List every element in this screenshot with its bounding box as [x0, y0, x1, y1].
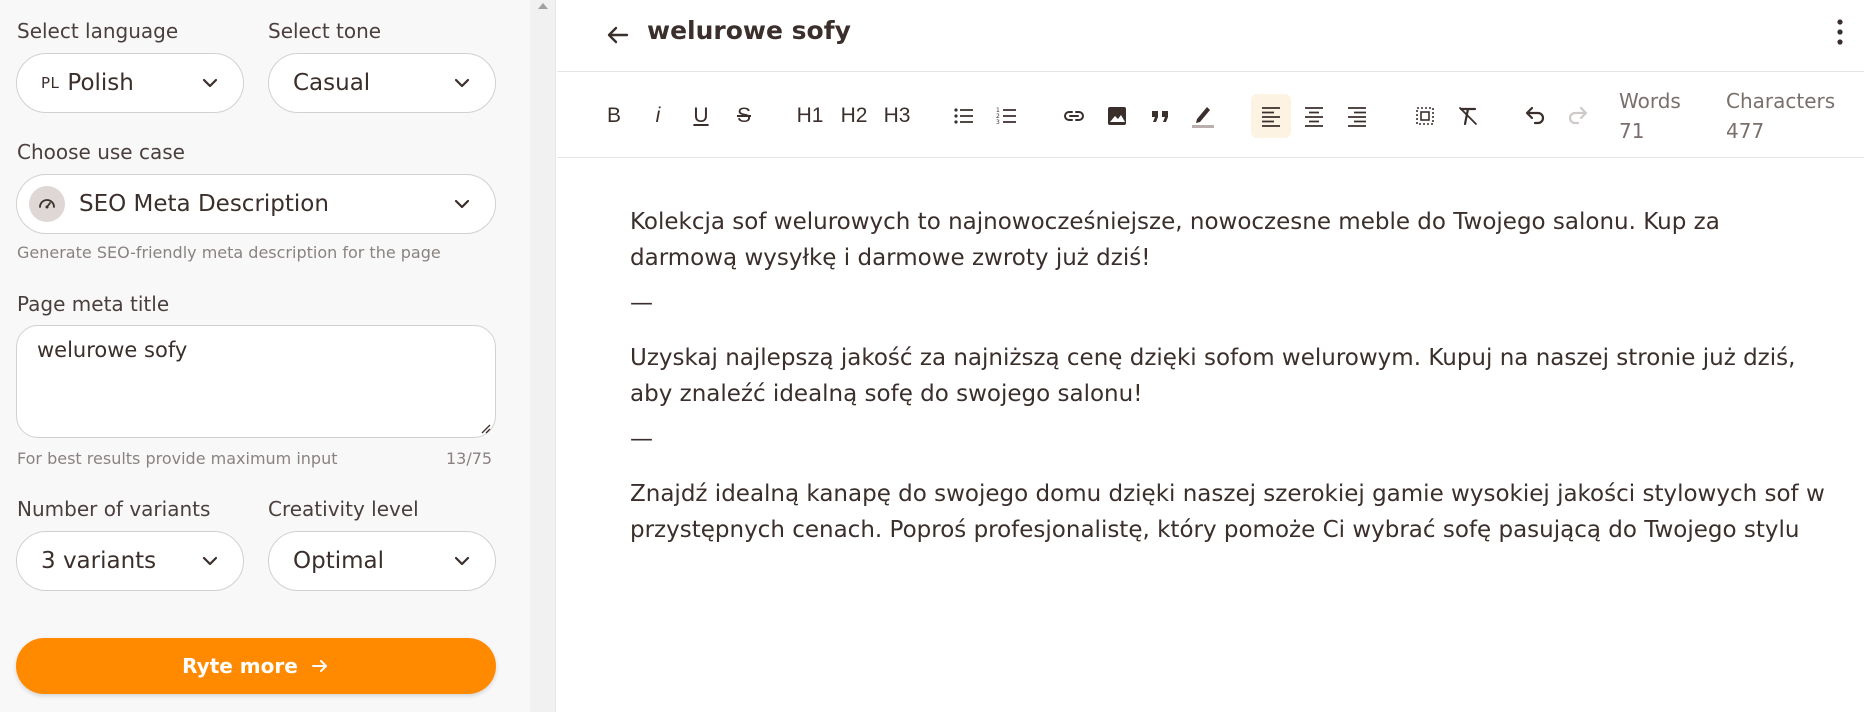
italic-button[interactable]: i	[638, 94, 678, 138]
undo-icon[interactable]	[1515, 94, 1555, 138]
align-left-icon[interactable]	[1251, 94, 1291, 138]
align-right-icon[interactable]	[1337, 94, 1377, 138]
character-count-value: 477	[1726, 119, 1765, 143]
chevron-down-icon	[453, 552, 471, 570]
language-select[interactable]: PL Polish	[16, 53, 244, 113]
gauge-icon	[29, 186, 65, 222]
language-code: PL	[41, 74, 60, 92]
meta-title-counter: 13/75	[446, 449, 493, 468]
document-header: welurowe sofy	[557, 0, 1864, 72]
italic-label: i	[655, 104, 661, 127]
underline-label: U	[693, 104, 709, 127]
chevron-down-icon	[453, 74, 471, 92]
highlight-pen-icon[interactable]	[1183, 94, 1223, 138]
heading-1-button[interactable]: H1	[790, 94, 830, 138]
align-center-icon[interactable]	[1294, 94, 1334, 138]
editor-paragraph[interactable]: Uzyskaj najlepszą jakość za najniższą ce…	[630, 340, 1830, 412]
tone-value: Casual	[293, 70, 371, 96]
editor-paragraph[interactable]: Kolekcja sof welurowych to najnowocześni…	[630, 204, 1830, 276]
image-icon[interactable]	[1097, 94, 1137, 138]
creativity-label: Creativity level	[268, 497, 419, 521]
character-count: Characters 477	[1726, 86, 1835, 146]
word-count-label: Words	[1619, 89, 1681, 113]
character-count-label: Characters	[1726, 89, 1836, 113]
meta-title-label: Page meta title	[17, 292, 170, 316]
svg-text:3: 3	[996, 119, 1000, 126]
chevron-down-icon	[201, 74, 219, 92]
chevron-down-icon	[453, 195, 471, 213]
resize-handle-icon[interactable]	[479, 422, 491, 434]
strikethrough-button[interactable]: S	[724, 94, 764, 138]
language-label: Select language	[17, 19, 179, 43]
creativity-select[interactable]: Optimal	[268, 531, 496, 591]
use-case-value: SEO Meta Description	[79, 191, 329, 217]
meta-title-hint: For best results provide maximum input	[17, 449, 338, 468]
link-icon[interactable]	[1054, 94, 1094, 138]
word-count-value: 71	[1619, 119, 1645, 143]
meta-title-input[interactable]: welurowe sofy	[16, 325, 496, 438]
numbered-list-icon[interactable]: 123	[987, 94, 1027, 138]
heading-2-label: H2	[840, 104, 868, 127]
variants-value: 3 variants	[41, 548, 157, 574]
tone-select[interactable]: Casual	[268, 53, 496, 113]
variant-separator: —	[630, 290, 653, 316]
settings-sidebar: Select language PL Polish Select tone Ca…	[0, 0, 530, 712]
redo-icon[interactable]	[1558, 94, 1598, 138]
use-case-select[interactable]: SEO Meta Description	[16, 174, 496, 234]
sidebar-scrollbar[interactable]	[530, 0, 556, 712]
bold-label: B	[606, 104, 621, 127]
word-count: Words 71	[1619, 86, 1681, 146]
use-case-label: Choose use case	[17, 140, 185, 164]
strikethrough-label: S	[736, 104, 751, 127]
heading-3-button[interactable]: H3	[877, 94, 917, 138]
document-title[interactable]: welurowe sofy	[647, 16, 851, 45]
editor-toolbar: B i U S H1 H2 H3 123 Words 71 Characters…	[557, 72, 1864, 158]
heading-2-button[interactable]: H2	[834, 94, 874, 138]
variants-label: Number of variants	[17, 497, 211, 521]
clear-format-icon[interactable]	[1448, 94, 1488, 138]
arrow-right-icon	[310, 656, 330, 676]
bold-button[interactable]: B	[594, 94, 634, 138]
more-vertical-icon[interactable]	[1835, 18, 1845, 46]
blockquote-icon[interactable]	[1140, 94, 1180, 138]
creativity-value: Optimal	[293, 548, 385, 574]
editor-paragraph[interactable]: Znajdź idealną kanapę do swojego domu dz…	[630, 476, 1830, 548]
tone-label: Select tone	[268, 19, 382, 43]
scroll-up-arrow-icon[interactable]	[538, 3, 548, 9]
variants-select[interactable]: 3 variants	[16, 531, 244, 591]
editor-content[interactable]: Kolekcja sof welurowych to najnowocześni…	[557, 158, 1864, 712]
underline-button[interactable]: U	[681, 94, 721, 138]
back-arrow-icon[interactable]	[603, 20, 633, 50]
heading-3-label: H3	[883, 104, 911, 127]
ryte-more-button[interactable]: Ryte more	[16, 638, 496, 694]
language-value: Polish	[67, 70, 134, 96]
ryte-more-label: Ryte more	[182, 654, 298, 678]
bullet-list-icon[interactable]	[944, 94, 984, 138]
heading-1-label: H1	[796, 104, 824, 127]
chevron-down-icon	[201, 552, 219, 570]
variant-separator: —	[630, 426, 653, 452]
use-case-hint: Generate SEO-friendly meta description f…	[17, 243, 441, 262]
select-all-icon[interactable]	[1405, 94, 1445, 138]
